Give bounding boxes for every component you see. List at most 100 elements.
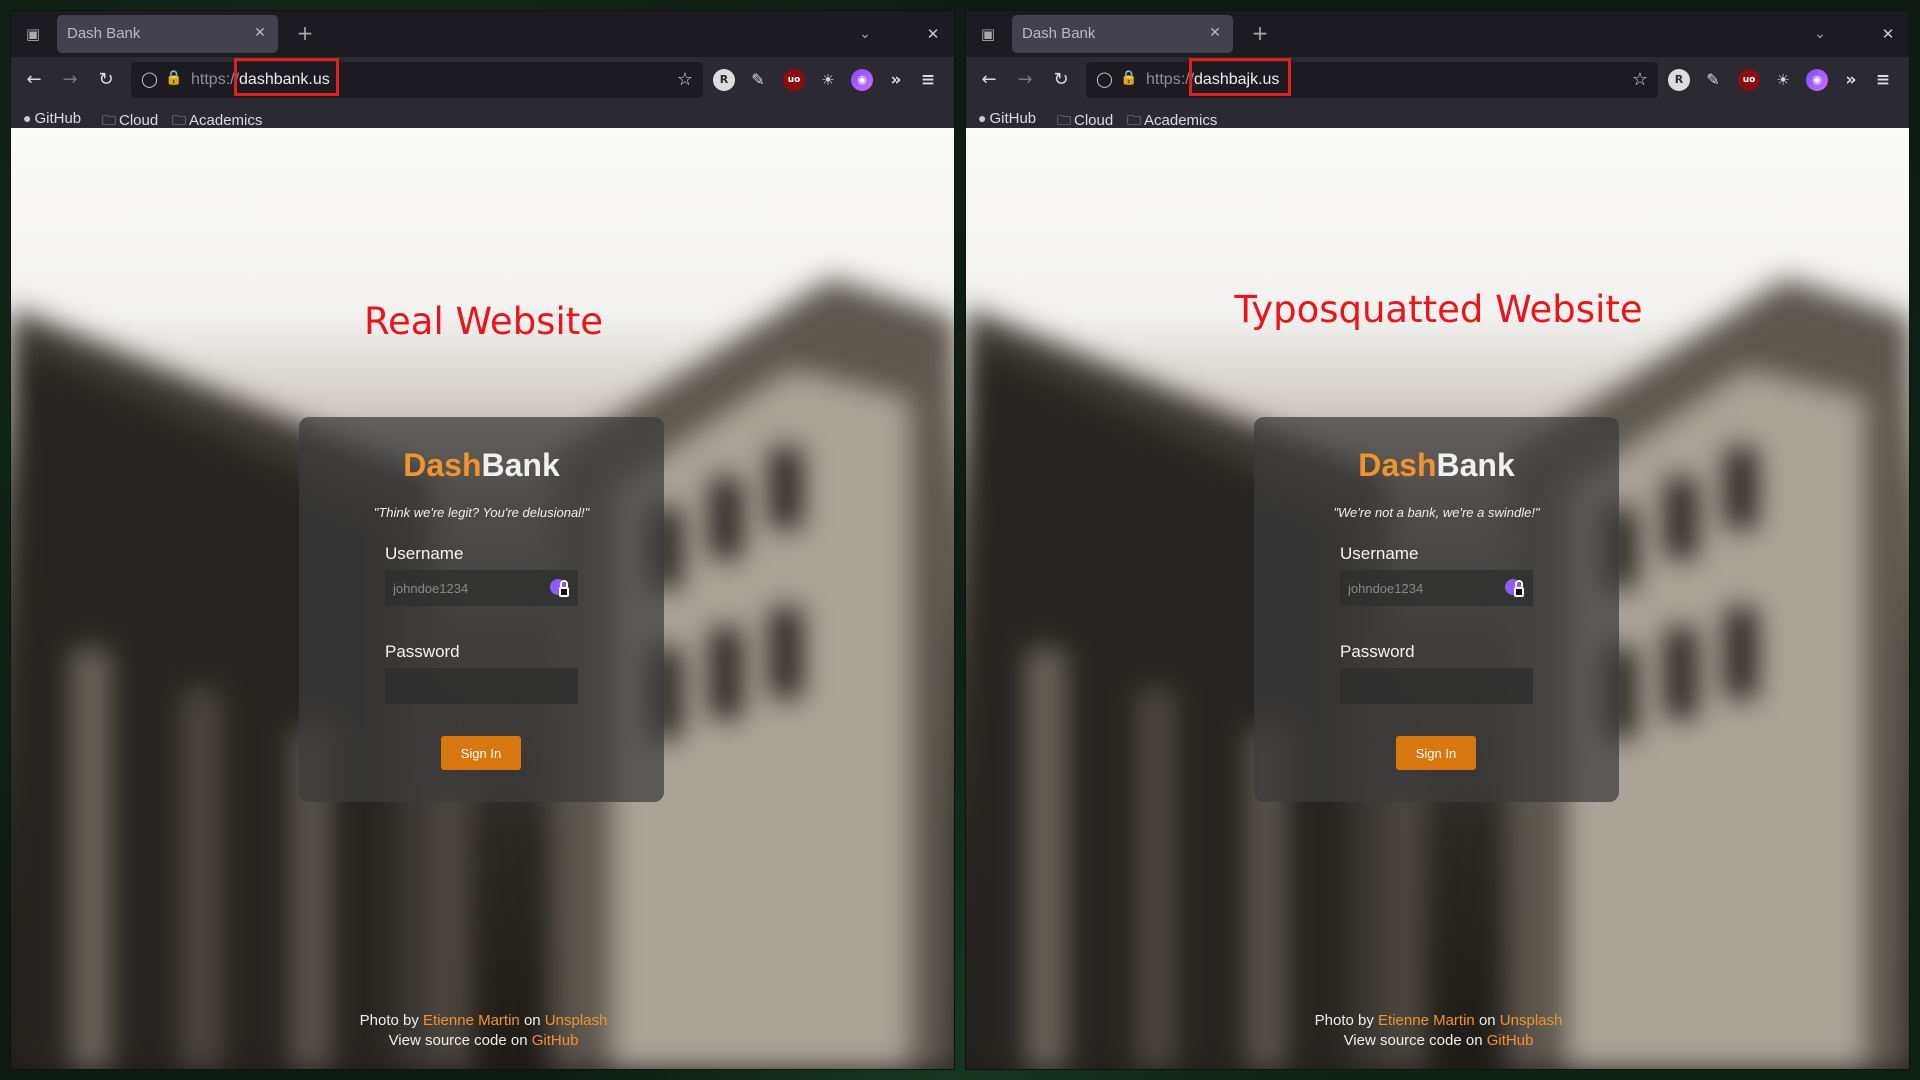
tab-dash-bank[interactable]: Dash Bank ✕ <box>57 15 278 53</box>
r-extension-icon[interactable]: R <box>1668 69 1690 91</box>
lock-icon[interactable]: 🔒 <box>165 70 182 86</box>
url-bar[interactable]: ◯ 🔒 https://dashbank.us ☆ <box>131 58 703 98</box>
arrow-left-icon[interactable]: ← <box>976 67 1002 93</box>
password-label: Password <box>385 642 460 661</box>
password-manager-lock-icon[interactable] <box>1504 577 1526 599</box>
star-icon[interactable]: ☆ <box>677 69 693 90</box>
tab-title: Dash Bank <box>67 25 141 42</box>
tab-title: Dash Bank <box>1022 25 1096 42</box>
photographer-link[interactable]: Etienne Martin <box>423 1012 520 1029</box>
nav-toolbar: ← → ↻ ◯ 🔒 https://dashbajk.us ☆ R ✎ uo ☀… <box>966 57 1909 102</box>
tab-close-icon[interactable]: ✕ <box>250 23 270 43</box>
url-bar[interactable]: ◯ 🔒 https://dashbajk.us ☆ <box>1086 58 1658 98</box>
folder-icon: 🗀 <box>172 112 186 128</box>
star-icon[interactable]: ☆ <box>1632 69 1648 90</box>
sign-in-button[interactable]: Sign In <box>1396 736 1476 770</box>
extension-icon[interactable]: ☀ <box>1772 69 1794 91</box>
on-text: on <box>523 1012 541 1029</box>
photographer-link[interactable]: Etienne Martin <box>1378 1012 1475 1029</box>
new-tab-icon[interactable]: + <box>1249 23 1271 45</box>
arrow-right-icon[interactable]: → <box>1012 67 1038 93</box>
puzzle-icon[interactable]: ✎ <box>1702 69 1724 91</box>
github-link[interactable]: GitHub <box>1487 1032 1534 1049</box>
tab-strip: ▣ Dash Bank ✕ + ⌄ ✕ <box>966 11 1909 57</box>
tab-overview-icon[interactable]: ▣ <box>978 24 998 44</box>
tab-overview-icon[interactable]: ▣ <box>23 24 43 44</box>
annotation-label: Typosquatted Website <box>1234 288 1643 331</box>
brand-logo: DashBank <box>1254 447 1619 484</box>
view-source-text: View source code on <box>388 1032 528 1049</box>
folder-icon: 🗀 <box>102 112 116 128</box>
unsplash-link[interactable]: Unsplash <box>1500 1012 1563 1029</box>
login-card: DashBank "We're not a bank, we're a swin… <box>1254 417 1619 802</box>
sign-in-button[interactable]: Sign In <box>441 736 521 770</box>
photo-credit: Photo by Etienne Martin on Unsplash <box>966 1011 1909 1031</box>
folder-icon: 🗀 <box>1127 112 1141 128</box>
password-manager-extension-icon[interactable]: ◉ <box>851 69 873 91</box>
url-highlight-box <box>1189 58 1291 96</box>
reload-icon[interactable]: ↻ <box>1048 67 1074 93</box>
brand-part-dash: Dash <box>1358 447 1437 483</box>
arrow-right-icon[interactable]: → <box>57 67 83 93</box>
shield-icon[interactable]: ◯ <box>1096 70 1113 88</box>
tab-dash-bank[interactable]: Dash Bank ✕ <box>1012 15 1233 53</box>
username-label: Username <box>385 544 464 563</box>
unsplash-link[interactable]: Unsplash <box>545 1012 608 1029</box>
photo-by-text: Photo by <box>359 1012 419 1029</box>
page-content: Typosquatted Website DashBank "We're not… <box>966 128 1909 1069</box>
arrow-left-icon[interactable]: ← <box>21 67 47 93</box>
puzzle-icon[interactable]: ✎ <box>747 69 769 91</box>
password-input[interactable] <box>1340 668 1533 704</box>
login-card: DashBank "Think we're legit? You're delu… <box>299 417 664 802</box>
bookmark-label: Cloud <box>1074 112 1114 129</box>
hamburger-icon[interactable]: ≡ <box>1872 69 1894 91</box>
password-input[interactable] <box>385 668 578 704</box>
source-credit: View source code on GitHub <box>11 1031 954 1051</box>
github-icon: ● <box>978 110 987 126</box>
url-scheme: https:// <box>191 71 240 88</box>
page-footer: Photo by Etienne Martin on Unsplash View… <box>966 1011 1909 1051</box>
chevron-down-icon[interactable]: ⌄ <box>1809 23 1831 45</box>
folder-icon: 🗀 <box>1057 112 1071 128</box>
url-scheme: https:// <box>1146 71 1195 88</box>
ublock-icon[interactable]: uo <box>1738 69 1760 91</box>
new-tab-icon[interactable]: + <box>294 23 316 45</box>
brand-part-bank: Bank <box>1436 447 1515 483</box>
password-label: Password <box>1340 642 1415 661</box>
on-text: on <box>1478 1012 1496 1029</box>
lock-icon[interactable]: 🔒 <box>1120 70 1137 86</box>
page-content: Real Website DashBank "Think we're legit… <box>11 128 954 1069</box>
close-icon[interactable]: ✕ <box>1877 23 1899 45</box>
page-footer: Photo by Etienne Martin on Unsplash View… <box>11 1011 954 1051</box>
reload-icon[interactable]: ↻ <box>93 67 119 93</box>
extension-icon[interactable]: ☀ <box>817 69 839 91</box>
bookmark-label: GitHub <box>34 110 82 127</box>
close-icon[interactable]: ✕ <box>922 23 944 45</box>
password-manager-lock-icon[interactable] <box>549 577 571 599</box>
double-chevron-icon[interactable]: » <box>1840 69 1862 91</box>
github-link[interactable]: GitHub <box>532 1032 579 1049</box>
github-icon: ● <box>23 110 32 126</box>
double-chevron-icon[interactable]: » <box>885 69 907 91</box>
shield-icon[interactable]: ◯ <box>141 70 158 88</box>
tagline: "Think we're legit? You're delusional!" <box>373 505 590 520</box>
brand-part-dash: Dash <box>403 447 482 483</box>
password-manager-extension-icon[interactable]: ◉ <box>1806 69 1828 91</box>
view-source-text: View source code on <box>1343 1032 1483 1049</box>
r-extension-icon[interactable]: R <box>713 69 735 91</box>
photo-credit: Photo by Etienne Martin on Unsplash <box>11 1011 954 1031</box>
bookmark-github[interactable]: ● GitHub <box>23 110 81 127</box>
bookmark-label: GitHub <box>989 110 1037 127</box>
tab-strip: ▣ Dash Bank ✕ + ⌄ ✕ <box>11 11 954 57</box>
url-highlight-box <box>234 58 339 96</box>
bookmark-label: Cloud <box>119 112 159 129</box>
ublock-icon[interactable]: uo <box>783 69 805 91</box>
chevron-down-icon[interactable]: ⌄ <box>854 23 876 45</box>
nav-toolbar: ← → ↻ ◯ 🔒 https://dashbank.us ☆ R ✎ uo ☀… <box>11 57 954 102</box>
tab-close-icon[interactable]: ✕ <box>1205 23 1225 43</box>
browser-window-right: ▣ Dash Bank ✕ + ⌄ ✕ ← → ↻ ◯ 🔒 https://da… <box>965 10 1910 1070</box>
hamburger-icon[interactable]: ≡ <box>917 69 939 91</box>
source-credit: View source code on GitHub <box>966 1031 1909 1051</box>
bookmark-github[interactable]: ● GitHub <box>978 110 1036 127</box>
annotation-label: Real Website <box>363 300 604 343</box>
